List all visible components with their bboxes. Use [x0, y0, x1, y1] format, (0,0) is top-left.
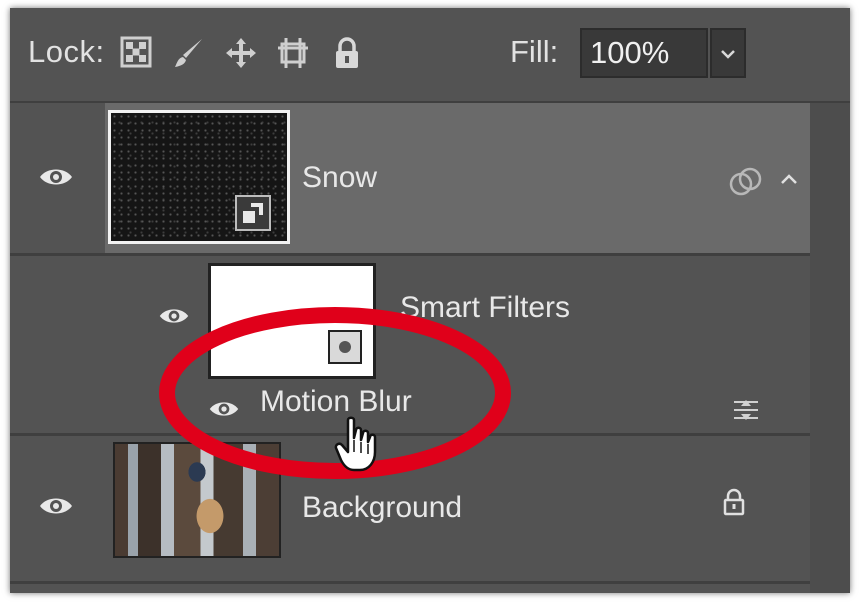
lock-label: Lock: [28, 34, 105, 69]
smart-object-badge-icon [235, 195, 271, 231]
layers-panel: Lock: Fill: 100% Snow Smart Filters Moti… [10, 8, 850, 593]
lock-transparent-pixels-icon[interactable] [120, 36, 152, 68]
chevron-down-icon [721, 50, 735, 59]
motion-blur-filter-label[interactable]: Motion Blur [260, 385, 412, 419]
link-circles-icon[interactable] [728, 167, 766, 197]
layer-row-snow[interactable]: Snow [10, 103, 810, 253]
layer-lock-icon[interactable] [722, 488, 746, 516]
filter-blending-options-icon[interactable] [732, 397, 760, 423]
fill-label: Fill: [510, 34, 559, 69]
row-divider [10, 253, 810, 256]
row-divider [10, 581, 810, 584]
visibility-eye-icon[interactable] [38, 165, 74, 189]
layer-name-background[interactable]: Background [302, 491, 462, 525]
collapse-chevron-icon[interactable] [778, 171, 800, 187]
lock-position-icon[interactable] [224, 36, 258, 70]
lock-all-icon[interactable] [332, 36, 362, 70]
fill-input[interactable]: 100% [580, 28, 708, 78]
fill-dropdown-button[interactable] [710, 28, 746, 78]
lock-artboard-icon[interactable] [276, 36, 310, 70]
scrollbar-track[interactable] [810, 103, 850, 593]
filter-mask-badge-icon [328, 330, 362, 364]
smart-filters-eye-icon[interactable] [158, 305, 190, 327]
smart-filters-group: Smart Filters Motion Blur [10, 255, 810, 433]
background-eye-icon[interactable] [38, 494, 74, 518]
motion-blur-eye-icon[interactable] [208, 398, 240, 420]
lock-bar: Lock: Fill: 100% [10, 8, 850, 103]
smart-filters-label[interactable]: Smart Filters [400, 291, 570, 325]
background-layer-thumbnail[interactable] [113, 442, 281, 558]
layer-name-snow[interactable]: Snow [302, 161, 377, 195]
lock-image-pixels-icon[interactable] [172, 36, 206, 70]
layer-row-background[interactable]: Background [10, 436, 810, 581]
